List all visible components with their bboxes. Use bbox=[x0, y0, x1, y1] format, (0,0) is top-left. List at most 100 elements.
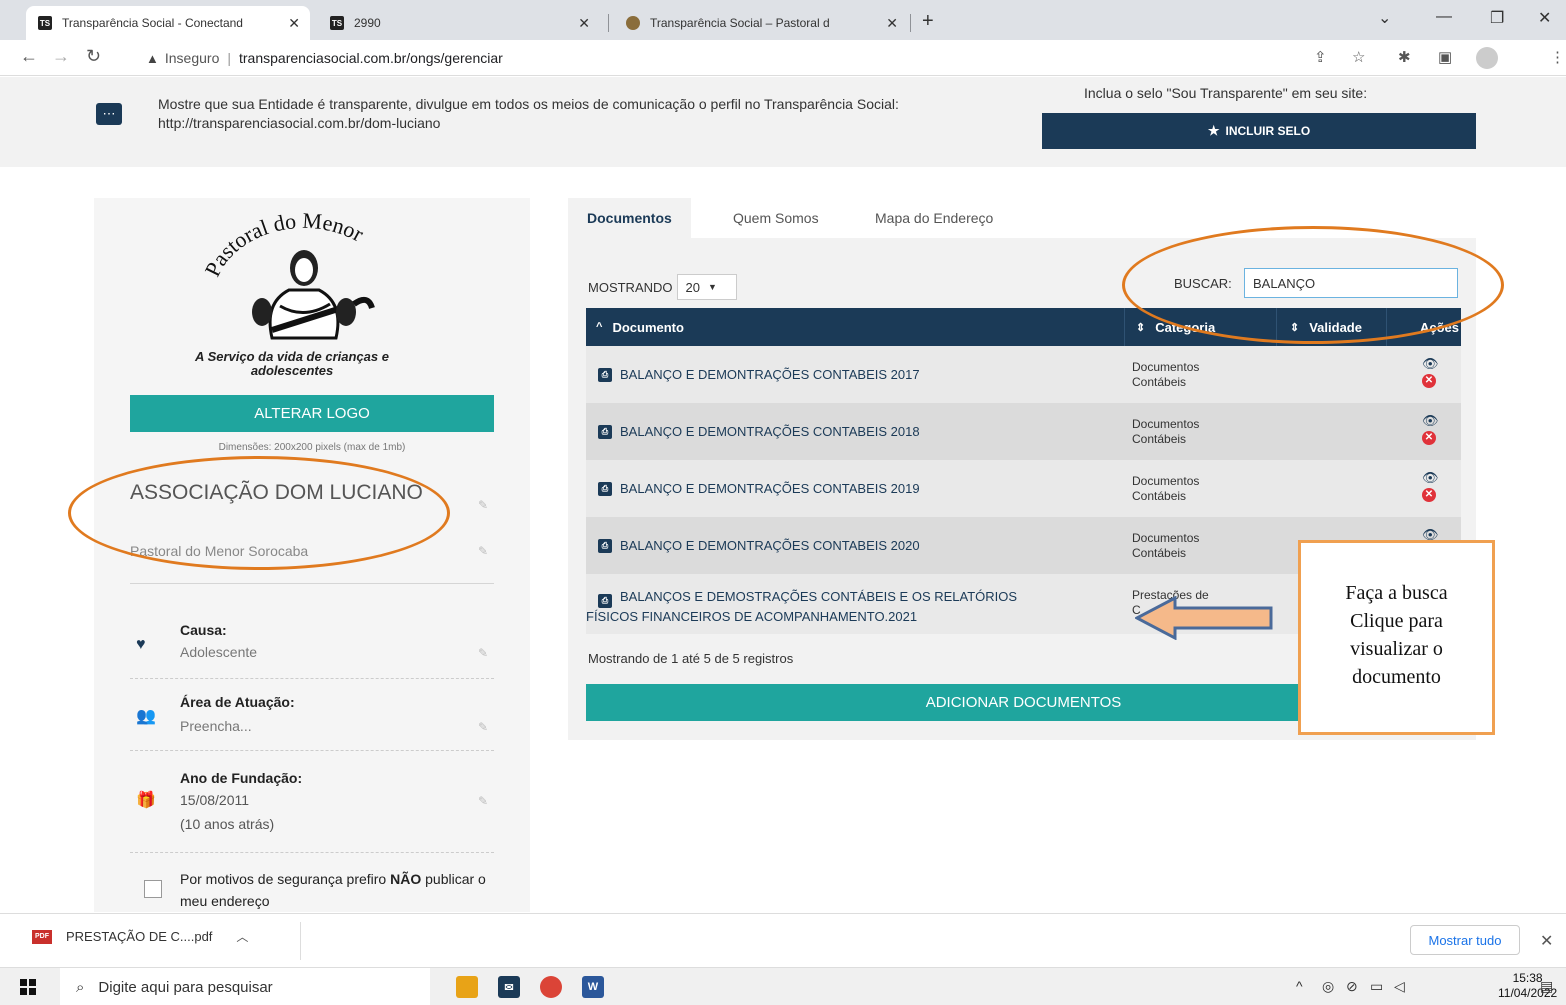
include-seal-button[interactable]: ★ INCLUIR SELO bbox=[1042, 113, 1476, 149]
search-input[interactable] bbox=[1244, 268, 1458, 298]
edit-founded-pencil-icon[interactable]: ✎ bbox=[478, 794, 488, 808]
privacy-text-bold: NÃO bbox=[390, 871, 422, 887]
table-row: ⎙ BALANÇO E DEMONTRAÇÕES CONTABEIS 2017 D… bbox=[586, 346, 1461, 403]
warning-icon: ▲ bbox=[146, 50, 159, 66]
edit-name-pencil-icon[interactable]: ✎ bbox=[478, 498, 488, 512]
edit-cause-pencil-icon[interactable]: ✎ bbox=[478, 646, 488, 660]
delete-icon[interactable]: ✕ bbox=[1422, 431, 1436, 445]
network-icon[interactable]: ▭ bbox=[1370, 978, 1383, 995]
sync-icon[interactable]: ⊘ bbox=[1346, 978, 1358, 995]
profile-avatar-icon[interactable] bbox=[1476, 47, 1498, 69]
browser-tab-pastoral[interactable]: Transparência Social – Pastoral d ✕ bbox=[614, 6, 908, 40]
volume-muted-icon[interactable]: ◁ bbox=[1394, 978, 1405, 995]
change-logo-button[interactable]: ALTERAR LOGO bbox=[130, 395, 494, 432]
sort-icon: ⇕ bbox=[1136, 321, 1146, 334]
view-eye-icon[interactable]: 👁 bbox=[1422, 527, 1439, 542]
category-line: Documentos bbox=[1132, 531, 1200, 545]
delete-icon[interactable]: ✕ bbox=[1422, 488, 1436, 502]
divider bbox=[130, 852, 494, 853]
close-tab-icon[interactable]: ✕ bbox=[578, 15, 590, 32]
col-categoria[interactable]: ⇕ Categoria bbox=[1136, 308, 1215, 346]
svg-text:Pastoral do Menor: Pastoral do Menor bbox=[199, 208, 368, 280]
records-info: Mostrando de 1 até 5 de 5 registros bbox=[588, 651, 794, 666]
windows-start-icon[interactable] bbox=[20, 979, 36, 995]
instruction-callout: Faça a busca Clique para visualizar o do… bbox=[1298, 540, 1495, 735]
back-icon[interactable]: ← bbox=[20, 46, 38, 67]
close-window-icon[interactable]: ✕ bbox=[1538, 8, 1551, 28]
category-cell: Documentos Contábeis bbox=[1132, 474, 1252, 504]
logo-tagline: A Serviço da vida de crianças e adolesce… bbox=[195, 349, 389, 378]
close-tab-icon[interactable]: ✕ bbox=[288, 15, 300, 32]
show-all-downloads-button[interactable]: Mostrar tudo bbox=[1410, 925, 1520, 955]
document-link[interactable]: ⎙ BALANÇOS E DEMOSTRAÇÕES CONTÁBEIS E OS … bbox=[586, 574, 1106, 631]
tab-separator bbox=[608, 14, 609, 32]
download-item[interactable]: PDF PRESTAÇÃO DE C....pdf ︿ bbox=[32, 928, 248, 945]
side-panel-icon[interactable]: ▣ bbox=[1438, 48, 1452, 66]
tab-separator bbox=[910, 14, 911, 32]
document-link[interactable]: ⎙ BALANÇO E DEMONTRAÇÕES CONTABEIS 2017 bbox=[586, 346, 1106, 403]
pdf-icon: ⎙ bbox=[598, 424, 612, 439]
view-eye-icon[interactable]: 👁 bbox=[1422, 470, 1439, 485]
notifications-icon[interactable]: ▤ bbox=[1540, 978, 1553, 995]
document-link[interactable]: ⎙ BALANÇO E DEMONTRAÇÕES CONTABEIS 2018 bbox=[586, 403, 1106, 460]
pastoral-favicon-icon bbox=[626, 16, 640, 30]
org-sidebar: Pastoral do Menor A Serviço da vida de c… bbox=[94, 198, 530, 912]
file-explorer-icon[interactable] bbox=[456, 976, 478, 998]
tab-mapa[interactable]: Mapa do Endereço bbox=[856, 198, 1012, 238]
close-tab-icon[interactable]: ✕ bbox=[886, 15, 898, 32]
col-categoria-label: Categoria bbox=[1155, 319, 1216, 335]
document-title-line1-wrap: ⎙ BALANÇOS E DEMOSTRAÇÕES CONTÁBEIS E OS … bbox=[586, 588, 1106, 608]
url-separator: | bbox=[227, 50, 231, 66]
view-eye-icon[interactable]: 👁 bbox=[1422, 413, 1439, 428]
tab-search-chevron-icon[interactable]: ⌄ bbox=[1378, 8, 1391, 28]
word-icon[interactable]: W bbox=[582, 976, 604, 998]
document-link[interactable]: ⎙ BALANÇO E DEMONTRAÇÕES CONTABEIS 2019 bbox=[586, 460, 1106, 517]
hide-address-checkbox[interactable] bbox=[144, 880, 162, 898]
edit-subtitle-pencil-icon[interactable]: ✎ bbox=[478, 544, 488, 558]
chevron-up-icon[interactable]: ︿ bbox=[236, 928, 248, 945]
founded-ago: (10 anos atrás) bbox=[180, 816, 275, 832]
caret-down-icon: ▼ bbox=[707, 282, 717, 292]
sort-icon: ⇕ bbox=[1290, 321, 1300, 334]
category-cell: Documentos Contábeis bbox=[1132, 360, 1252, 390]
area-value: Preencha... bbox=[180, 718, 252, 734]
table-header: ^ Documento ⇕ Categoria ⇕ Validade Ações bbox=[586, 308, 1461, 346]
minimize-icon[interactable]: — bbox=[1436, 8, 1452, 26]
callout-line: Faça a busca bbox=[1345, 582, 1448, 604]
col-validade[interactable]: ⇕ Validade bbox=[1290, 308, 1362, 346]
mail-icon[interactable]: ✉ bbox=[498, 976, 520, 998]
column-divider bbox=[1276, 308, 1277, 346]
delete-icon[interactable]: ✕ bbox=[1422, 374, 1436, 388]
view-eye-icon[interactable]: 👁 bbox=[1422, 356, 1439, 371]
search-icon: ⌕ bbox=[76, 978, 85, 996]
tab-quem-somos[interactable]: Quem Somos bbox=[714, 198, 838, 238]
browser-tab-active[interactable]: TS Transparência Social - Conectand ✕ bbox=[26, 6, 310, 40]
meet-now-icon[interactable]: ◎ bbox=[1322, 978, 1334, 995]
taskbar-search[interactable]: ⌕ Digite aqui para pesquisar bbox=[60, 968, 430, 1005]
tab-documentos[interactable]: Documentos bbox=[568, 198, 691, 238]
document-link[interactable]: ⎙ BALANÇO E DEMONTRAÇÕES CONTABEIS 2020 bbox=[586, 517, 1106, 574]
url-field[interactable]: ▲ Inseguro | transparenciasocial.com.br/… bbox=[146, 45, 1306, 71]
new-tab-icon[interactable]: + bbox=[922, 10, 934, 33]
star-icon: ★ bbox=[1207, 123, 1220, 138]
page-size-select[interactable]: 20 ▼ bbox=[676, 274, 737, 300]
restore-icon[interactable]: ❐ bbox=[1490, 8, 1504, 28]
ts-favicon-icon: TS bbox=[330, 16, 344, 30]
chrome-icon[interactable] bbox=[540, 976, 562, 998]
extensions-icon[interactable]: ✱ bbox=[1398, 48, 1411, 66]
divider bbox=[300, 922, 301, 960]
sort-up-icon: ^ bbox=[596, 321, 603, 333]
share-icon[interactable]: ⇪ bbox=[1314, 48, 1327, 66]
close-downloads-icon[interactable]: ✕ bbox=[1540, 931, 1553, 951]
bookmark-star-icon[interactable]: ☆ bbox=[1352, 48, 1365, 66]
divider bbox=[130, 750, 494, 751]
forward-icon[interactable]: → bbox=[52, 46, 70, 67]
org-subtitle: Pastoral do Menor Sorocaba bbox=[130, 543, 309, 559]
tray-chevron-up-icon[interactable]: ^ bbox=[1296, 978, 1303, 994]
browser-tab-2990[interactable]: TS 2990 ✕ bbox=[318, 6, 600, 40]
reload-icon[interactable]: ↻ bbox=[86, 46, 101, 67]
edit-area-pencil-icon[interactable]: ✎ bbox=[478, 720, 488, 734]
col-documento[interactable]: ^ Documento bbox=[596, 308, 684, 346]
menu-kebab-icon[interactable]: ⋮ bbox=[1550, 48, 1565, 66]
chat-bubble-icon: ⋯ bbox=[96, 103, 122, 125]
